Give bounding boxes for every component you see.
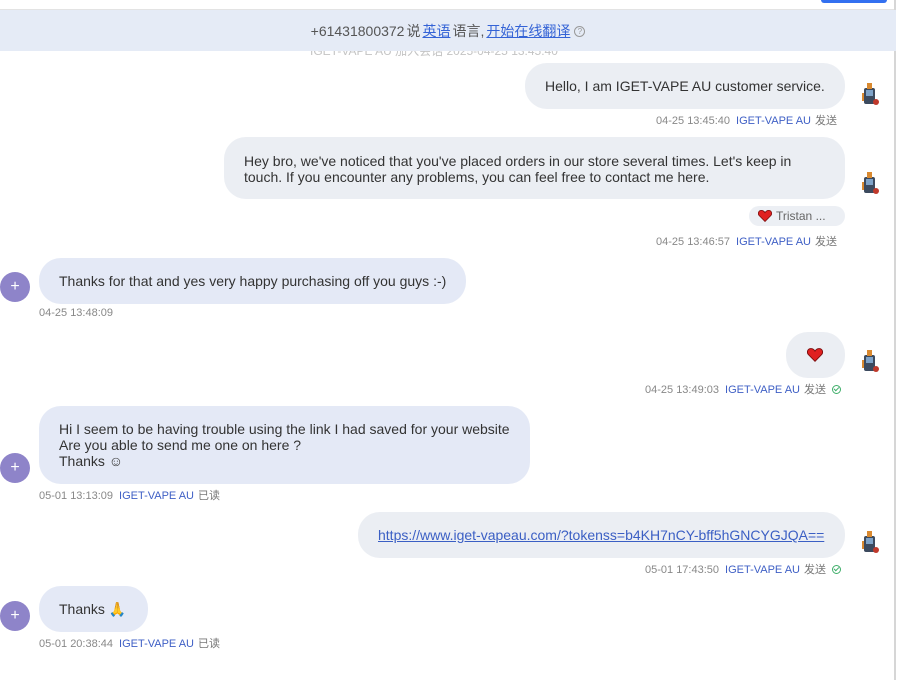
delivered-check-icon bbox=[832, 565, 842, 574]
top-action-button[interactable] bbox=[821, 0, 887, 3]
reaction-chip[interactable]: Tristan ... bbox=[749, 206, 845, 226]
banner-text-speaks: 说 bbox=[406, 22, 421, 39]
message-status: 发送 bbox=[804, 384, 827, 396]
sender-name[interactable]: IGET-VAPE AU bbox=[725, 564, 800, 576]
heart-icon bbox=[758, 210, 772, 222]
message-text-line: Hi I seem to be having trouble using the… bbox=[59, 421, 510, 437]
banner-language-link[interactable]: 英语 bbox=[422, 21, 450, 41]
sender-name[interactable]: IGET-VAPE AU bbox=[725, 384, 800, 396]
scrollbar-track[interactable] bbox=[894, 0, 896, 680]
message-status: 已读 bbox=[198, 490, 221, 502]
message-status: 发送 bbox=[804, 564, 827, 576]
message-meta: 05-01 20:38:44 IGET-VAPE AU 已读 bbox=[39, 635, 220, 651]
sender-name[interactable]: IGET-VAPE AU bbox=[736, 236, 811, 248]
message-status: 已读 bbox=[198, 638, 221, 650]
message-time: 04-25 13:46:57 bbox=[656, 236, 731, 248]
message-text-line: Thanks ☺ bbox=[59, 453, 124, 469]
message-meta: 04-25 13:46:57 IGET-VAPE AU 发送 bbox=[656, 233, 837, 249]
message-bubble-outgoing: Hello, I am IGET-VAPE AU customer servic… bbox=[525, 63, 845, 109]
message-bubble-outgoing: Hey bro, we've noticed that you've place… bbox=[224, 137, 845, 199]
message-meta: 05-01 13:13:09 IGET-VAPE AU 已读 bbox=[39, 487, 220, 503]
message-meta: 05-01 17:43:50 IGET-VAPE AU 发送 bbox=[645, 561, 842, 577]
message-time: 04-25 13:49:03 bbox=[645, 384, 720, 396]
start-translation-link[interactable]: 开始在线翻译 bbox=[486, 21, 570, 41]
agent-avatar-icon bbox=[862, 531, 879, 553]
message-meta: 04-25 13:45:40 IGET-VAPE AU 发送 bbox=[656, 112, 837, 128]
message-meta: 04-25 13:48:09 bbox=[39, 307, 113, 319]
sender-name[interactable]: IGET-VAPE AU bbox=[736, 115, 811, 127]
message-meta: 04-25 13:49:03 IGET-VAPE AU 发送 bbox=[645, 381, 842, 397]
delivered-check-icon bbox=[832, 385, 842, 394]
message-time: 04-25 13:45:40 bbox=[656, 115, 731, 127]
message-bubble-incoming: Hi I seem to be having trouble using the… bbox=[39, 406, 530, 484]
heart-icon bbox=[807, 348, 823, 362]
message-bubble-outgoing: https://www.iget-vapeau.com/?tokenss=b4K… bbox=[358, 512, 845, 558]
message-status: 发送 bbox=[815, 236, 838, 248]
message-bubble-incoming: Thanks 🙏 bbox=[39, 586, 148, 632]
customer-avatar[interactable]: + bbox=[0, 601, 30, 631]
agent-avatar-icon bbox=[862, 172, 879, 194]
agent-avatar-icon bbox=[862, 350, 879, 372]
customer-avatar[interactable]: + bbox=[0, 453, 30, 483]
banner-text-language: 语言, bbox=[452, 22, 485, 39]
message-time: 05-01 20:38:44 bbox=[39, 638, 114, 650]
message-time: 05-01 17:43:50 bbox=[645, 564, 720, 576]
customer-avatar[interactable]: + bbox=[0, 272, 30, 302]
message-text: Thanks for that and yes very happy purch… bbox=[59, 273, 447, 289]
sender-name[interactable]: IGET-VAPE AU bbox=[119, 638, 194, 650]
sender-name[interactable]: IGET-VAPE AU bbox=[119, 490, 194, 502]
message-bubble-incoming: Thanks for that and yes very happy purch… bbox=[39, 258, 466, 304]
translation-banner: +61431800372 说 英语 语言, 开始在线翻译 ? bbox=[0, 10, 896, 51]
message-bubble-outgoing bbox=[786, 332, 845, 378]
message-time: 05-01 13:13:09 bbox=[39, 490, 114, 502]
banner-phone: +61431800372 bbox=[310, 22, 405, 39]
help-icon[interactable]: ? bbox=[574, 26, 586, 37]
message-text-line: Are you able to send me one on here ? bbox=[59, 437, 302, 453]
message-status: 发送 bbox=[815, 115, 838, 127]
agent-avatar-icon bbox=[862, 83, 879, 105]
message-text: Hello, I am IGET-VAPE AU customer servic… bbox=[545, 78, 825, 94]
message-text: Hey bro, we've noticed that you've place… bbox=[244, 153, 792, 185]
website-link[interactable]: https://www.iget-vapeau.com/?tokenss=b4K… bbox=[378, 527, 824, 543]
reaction-user: Tristan ... bbox=[776, 209, 826, 223]
message-time: 04-25 13:48:09 bbox=[39, 307, 114, 319]
message-text: Thanks 🙏 bbox=[59, 601, 127, 617]
